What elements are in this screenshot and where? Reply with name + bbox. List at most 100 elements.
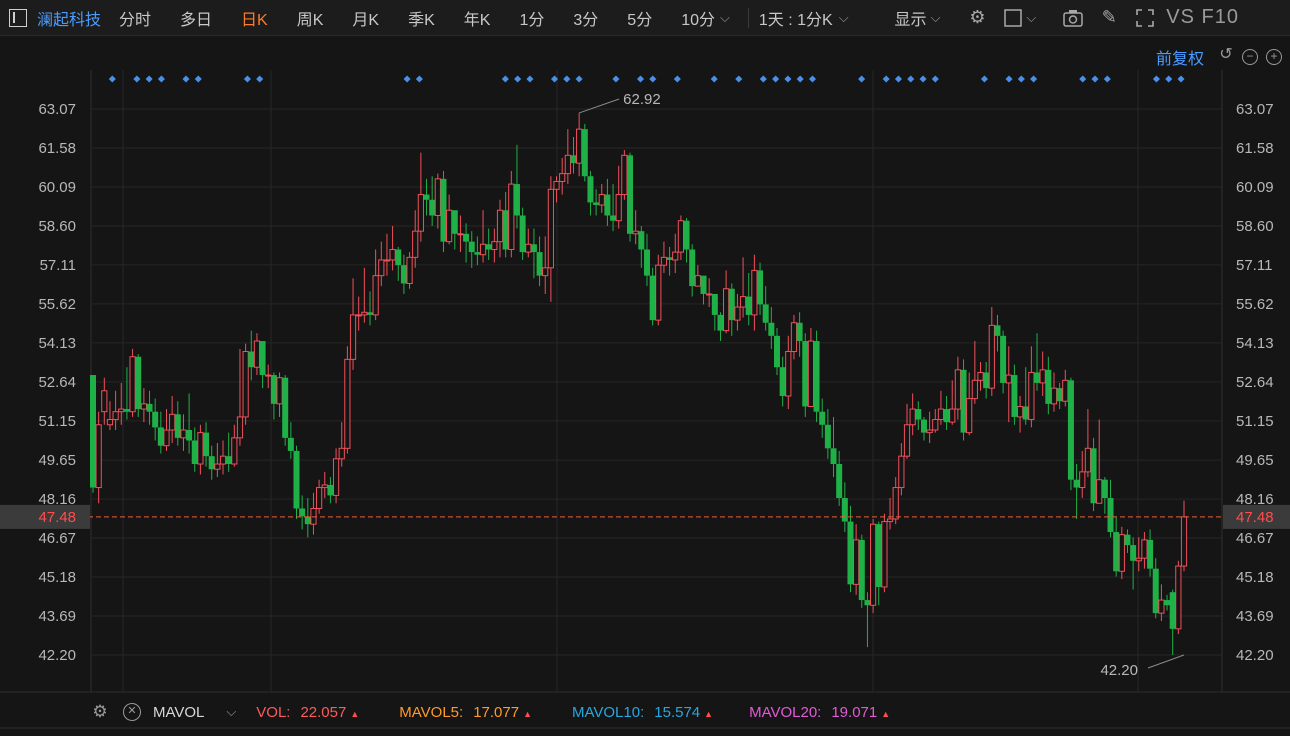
y-tick-right-6: 54.13 — [1236, 335, 1274, 352]
candle-body — [135, 356, 142, 410]
candle-body — [581, 129, 588, 177]
candle-body — [655, 264, 662, 321]
candle-body — [954, 369, 961, 410]
candle-body — [943, 409, 950, 423]
candle-body — [807, 340, 815, 407]
indicator-mavol10: MAVOL10: 15.574 ▲ — [572, 704, 713, 721]
candle-body — [932, 419, 939, 431]
candle-body — [966, 398, 973, 434]
candle-body — [898, 455, 905, 489]
candle-body — [1045, 369, 1052, 404]
event-marker-icon — [1091, 75, 1099, 83]
event-marker-icon — [612, 75, 620, 83]
y-tick-right-3: 58.60 — [1236, 218, 1274, 235]
candle-body — [937, 408, 945, 421]
candle-body — [276, 377, 283, 405]
candle-body — [1022, 406, 1029, 420]
candles-group — [90, 112, 1188, 655]
candle-body — [903, 424, 911, 457]
event-marker-icon — [133, 75, 141, 83]
candle-body — [1011, 375, 1018, 417]
event-marker-icon — [980, 75, 988, 83]
candle-body — [101, 390, 108, 413]
candle-body — [632, 230, 639, 235]
candle-body — [479, 243, 487, 256]
candle-body — [1028, 371, 1035, 421]
candle-body — [926, 429, 933, 434]
candle-body — [316, 487, 323, 509]
candle-body — [802, 341, 809, 407]
event-marker-icon — [563, 75, 571, 83]
candle-body — [123, 409, 130, 412]
event-marker-icon — [575, 75, 583, 83]
candle-body — [191, 440, 198, 465]
candle-body — [321, 484, 328, 489]
candle-body — [920, 419, 927, 433]
indicator-vol-value: 22.057 — [300, 703, 347, 721]
candle-body — [627, 155, 634, 234]
candle-body — [152, 411, 159, 428]
candle-body — [525, 243, 532, 253]
candle-body — [474, 252, 481, 255]
candle-body — [90, 375, 96, 488]
candle-body — [841, 498, 848, 522]
candle-body — [174, 414, 181, 438]
candle-body — [536, 252, 543, 276]
indicator-mavol20-label: MAVOL20: — [749, 703, 822, 721]
y-tick-right-8: 51.15 — [1236, 413, 1274, 430]
event-marker-icon — [1030, 75, 1038, 83]
candle-body — [1152, 568, 1159, 614]
candle-body — [1090, 448, 1097, 504]
event-marker-icon — [1005, 75, 1013, 83]
candle-body — [1039, 369, 1046, 384]
candle-body — [672, 251, 679, 261]
indicator-mavol20: MAVOL20: 19.071 ▲ — [749, 704, 890, 721]
candle-body — [739, 296, 747, 308]
candle-body — [768, 322, 775, 336]
event-marker-icon — [243, 75, 251, 83]
indicator-mavol5: MAVOL5: 17.077 ▲ — [399, 704, 532, 721]
candle-body — [728, 288, 735, 321]
candle-body — [451, 210, 458, 234]
event-marker-icon — [1152, 75, 1160, 83]
candle-body — [1101, 479, 1108, 499]
indicator-settings-gear-icon[interactable]: ⚙ — [91, 703, 109, 721]
candle-body — [869, 523, 877, 606]
event-marker-icon — [858, 75, 866, 83]
candle-body — [502, 210, 509, 250]
event-marker-icon — [649, 75, 657, 83]
candle-body — [253, 340, 261, 368]
y-tick-left-6: 54.13 — [38, 335, 76, 352]
candle-body — [293, 450, 300, 509]
candle-body — [762, 304, 769, 323]
candle-body — [1147, 539, 1154, 569]
candle-body — [412, 230, 419, 258]
indicator-close-icon[interactable]: ✕ — [123, 703, 141, 721]
candle-body — [248, 351, 255, 368]
y-tick-left-8: 51.15 — [38, 413, 76, 430]
event-marker-icon — [894, 75, 903, 83]
candle-body — [1158, 599, 1165, 614]
y-tick-left-4: 57.11 — [40, 257, 76, 274]
y-tick-right-4: 57.11 — [1236, 257, 1272, 274]
event-marker-icon — [403, 75, 411, 83]
candle-body — [242, 351, 249, 418]
candlestick-chart[interactable]: 63.07 63.07 61.58 61.58 60.09 60.09 58.60 58.60… — [0, 0, 1290, 736]
candle-body — [219, 455, 227, 465]
current-price-label-right: 47.48 — [1236, 509, 1274, 526]
candle-body — [858, 539, 865, 601]
indicator-name[interactable]: MAVOL — [153, 704, 204, 721]
candle-body — [1169, 592, 1176, 629]
event-marker-icon — [182, 75, 190, 83]
indicator-chevron-icon[interactable]: ⌵ — [226, 704, 236, 720]
candle-body — [553, 180, 560, 190]
up-arrow-icon: ▲ — [350, 708, 360, 719]
candle-body — [915, 409, 922, 420]
candle-body — [1016, 405, 1024, 418]
candle-body — [299, 508, 306, 517]
candle-body — [429, 199, 436, 216]
candle-body — [513, 184, 520, 216]
event-marker-icon — [784, 75, 792, 83]
candle-body — [717, 314, 724, 331]
candle-body — [785, 351, 792, 397]
